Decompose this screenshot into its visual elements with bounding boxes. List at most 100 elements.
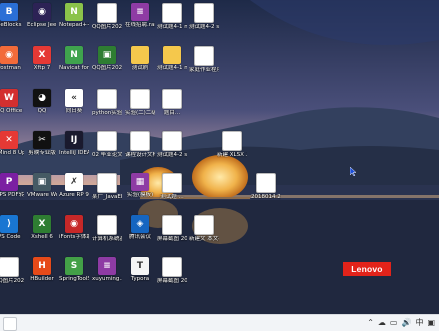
desktop-icon-label: XMind 8 Update 7 [0,150,24,156]
desktop-icon[interactable]: ◕ QQ [27,88,57,126]
desktop-icon[interactable]: W测试题4-2 spring.(0... [189,2,219,40]
app-icon: ≣ [162,89,182,109]
desktop-icon[interactable]: W某广_JavaEE 程序设... [92,172,122,210]
desktop-icon-label: Eclipse Jee 2019-03 [27,22,57,28]
desktop-icon-label: 2018014 2 ...(ixxx [251,194,281,200]
desktop-icon[interactable]: W新建文 本文档 ... [189,214,219,252]
app-icon: W [162,173,182,193]
desktop-icon[interactable]: W测试题4-1 mybatis... [157,2,187,40]
desktop-icon[interactable]: W实验(二)二级信... [125,88,155,126]
desktop-icon-label: Typora [130,276,150,282]
desktop-icon[interactable]: H HBuilder [27,256,57,294]
desktop-icon-label: Xftp 7 [33,65,51,71]
desktop-icon[interactable]: ✕XMind 8 Update 7 [0,130,24,168]
input-method-icon[interactable]: 中 [415,317,423,329]
app-icon [163,46,181,64]
desktop-icon-label: SpringToolSuite4 [59,276,89,282]
desktop-icon-label: 测试题4-2 spring.(0... [189,24,219,30]
app-icon: ⟩ [0,215,18,233]
desktop-icon-label: Navicat for MySQL [59,65,89,71]
desktop-icon[interactable]: 测试题4-1 mybatis... [157,45,187,83]
desktop-icon[interactable]: ⟩VS Code [0,214,24,252]
app-icon: W [0,89,18,107]
desktop-icon[interactable]: ◉iFonts字体助手 [59,214,89,252]
desktop-icon[interactable]: IJIntelliJ IDEA 2019 [59,130,89,168]
desktop-icon[interactable]: P家庭作业程序设计... [189,45,219,83]
desktop-icon-label: IntelliJ IDEA 2019 [59,150,89,156]
desktop-icon[interactable]: ≡ 在线招聘.rar [125,2,155,40]
app-icon: N [65,46,83,64]
desktop-icon[interactable]: Wpython实验(项目 2020... [92,88,122,126]
app-icon: ◈ [131,215,149,233]
desktop-icon-label: 实验(模板) [126,192,154,198]
desktop-icon[interactable]: «向日葵 [59,88,89,126]
desktop-icon[interactable]: ▦QQ图片202003... [0,256,24,294]
desktop-icon[interactable]: PWPS PDF转Word [0,172,24,210]
battery-icon[interactable]: ▭ [390,317,398,329]
desktop-icon-label: VS Code [0,234,21,240]
app-icon: S [65,257,83,275]
app-icon: ▦ [131,173,149,191]
desktop-icon[interactable]: W计算机系统基础实验... [92,214,122,252]
desktop-icon-label: 测试题4-1 mybatis... [157,65,187,71]
desktop-icon[interactable]: ◉Postman [0,45,24,83]
app-icon: W [130,131,150,151]
desktop-icon-label: python实验(项目 2020... [92,110,122,116]
desktop-icon[interactable]: ▣QQ图片20220329... [92,45,122,83]
desktop-icon-label: Azure RP 9 [59,192,89,198]
app-icon: IJ [65,131,83,149]
desktop-icon-label: 剪映专业版 [28,150,56,156]
desktop-icon[interactable]: W测试题4-2 spring [157,130,187,168]
app-icon: ◉ [65,215,83,233]
app-icon: W [97,173,117,193]
desktop-icon[interactable]: W 测试题 ... [157,172,187,210]
desktop-icon[interactable]: SSpringToolSuite4 [59,256,89,294]
desktop-icon[interactable]: NNavicat for MySQL [59,45,89,83]
desktop-icon-label: WPS PDF转Word [0,192,24,198]
desktop-icon[interactable]: W02 毕业论文——华... [92,130,122,168]
desktop-icon[interactable]: BBeBlocks [0,2,24,40]
notification-icon[interactable]: ▣ [427,317,435,329]
cloud-icon[interactable]: ☁ [378,317,386,329]
desktop-icon-label: 题目... [163,110,181,116]
app-icon: ▣ [98,46,116,64]
desktop-icon[interactable]: ≣ 题目... [157,88,187,126]
desktop-icon[interactable]: WQQ Office [0,88,24,126]
desktop-icon-label: QQ图片202003... [0,278,24,284]
app-icon: ▦ [162,257,182,277]
app-icon: ▣ [33,173,51,191]
desktop-icon[interactable]: ◈ 腾讯会议 [125,214,155,252]
desktop-icon[interactable]: ✂ 剪映专业版 [27,130,57,168]
desktop-icon[interactable]: ◉Eclipse Jee 2019-03 [27,2,57,40]
desktop-icon[interactable]: ▦ 实验(模板) [125,172,155,210]
desktop-icon[interactable]: ▦QQ图片20220329... [92,2,122,40]
app-icon: ≡ [131,3,149,21]
taskbar-app-button[interactable] [3,317,17,331]
desktop-icon-label: VMware Workstat... [27,192,57,198]
app-icon: ▦ [97,3,117,23]
desktop-icon-label: QQ图片20220329... [92,24,122,30]
desktop-icon[interactable]: ▦屏幕截图 2022-04-1... [157,256,187,294]
desktop-icon[interactable]: T Typora [125,256,155,294]
taskbar: ⌃ ☁ ▭ 🔊 中 ▣ [0,314,439,331]
app-icon: ▦ [0,257,19,277]
lenovo-logo: Lenovo [343,262,391,276]
desktop-icon[interactable]: X新建 XLSX 工作表.xlsx [217,130,247,168]
desktop-icon[interactable]: W2018014 2 ...(ixxx [251,172,281,210]
app-icon: P [0,173,18,191]
volume-icon[interactable]: 🔊 [401,317,411,329]
desktop-icon-label: QQ [37,108,47,114]
desktop-icon[interactable]: ≡ xuyuming... [92,256,122,294]
app-icon: ▦ [162,215,182,235]
tray-overflow-icon[interactable]: ⌃ [367,317,374,329]
desktop-icon[interactable]: ▣VMware Workstat... [27,172,57,210]
desktop-icon[interactable]: N Notepad++ [59,2,89,40]
desktop-icon[interactable]: X Xftp 7 [27,45,57,83]
desktop-icon[interactable]: 测试刷 [125,45,155,83]
desktop-icon[interactable]: W课程设计文档——模板... [125,130,155,168]
desktop-icon[interactable]: ✗ Azure RP 9 [59,172,89,210]
desktop-icon[interactable]: X Xshell 6 [27,214,57,252]
desktop-icon-label: 02 毕业论文——华... [92,152,122,158]
app-icon: H [33,257,51,275]
desktop-icon[interactable]: ▦屏幕截图 2022-03-... [157,214,187,252]
